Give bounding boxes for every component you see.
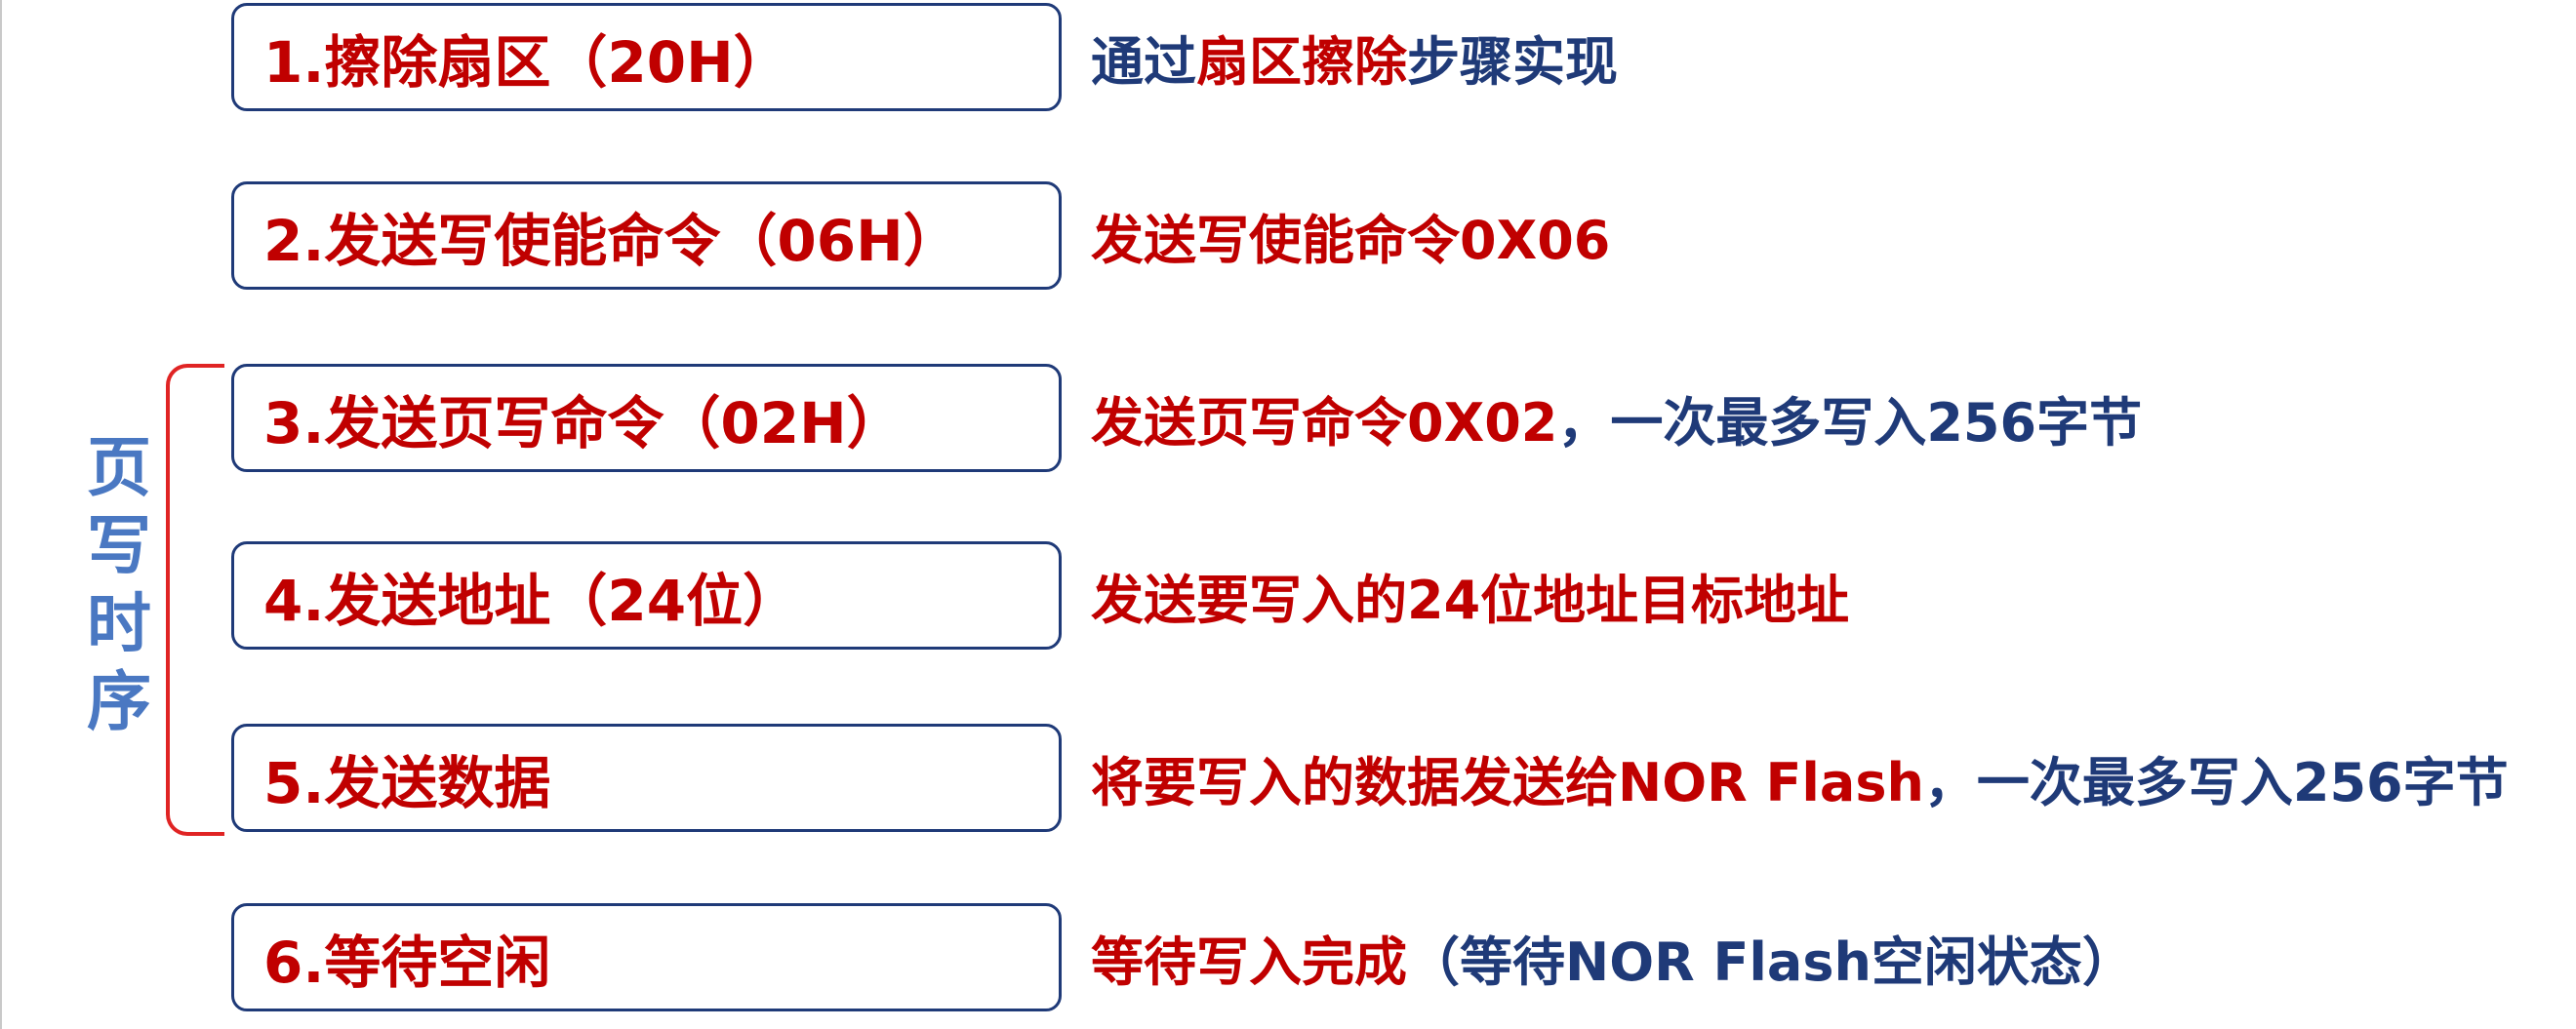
desc-segment: 等待写入完成 xyxy=(1091,931,1407,993)
step-box-page-program: 3.发送页写命令（02H） xyxy=(231,364,1062,472)
desc-segment: ，一次最多写入256字节 xyxy=(1923,752,2509,813)
page-write-bracket xyxy=(166,364,224,836)
step-box-wait-idle: 6.等待空闲 xyxy=(231,903,1062,1011)
left-edge-rule xyxy=(0,0,2,1029)
desc-segment: 发送页写命令0X02 xyxy=(1091,392,1558,454)
step-label: 3.发送页写命令（02H） xyxy=(263,389,904,456)
step-box-erase-sector: 1.擦除扇区（20H） xyxy=(231,3,1062,111)
step-description-write-enable: 发送写使能命令0X06 xyxy=(1091,181,1610,290)
step-description-wait-idle: 等待写入完成 （等待NOR Flash空闲状态） xyxy=(1091,903,2135,1011)
desc-segment: 发送要写入的24位地址目标地址 xyxy=(1091,570,1850,631)
step-description-erase-sector: 通过 扇区擦除 步骤实现 xyxy=(1091,3,1618,111)
step-label: 2.发送写使能命令（06H） xyxy=(263,207,960,274)
group-label-char: 页 xyxy=(87,430,151,505)
desc-segment: （等待NOR Flash空闲状态） xyxy=(1407,931,2135,993)
step-description-send-data: 将要写入的数据发送给NOR Flash ，一次最多写入256字节 xyxy=(1091,724,2509,832)
desc-segment: 步骤实现 xyxy=(1407,31,1618,93)
step-description-page-program: 发送页写命令0X02 ，一次最多写入256字节 xyxy=(1091,364,2142,472)
step-label: 4.发送地址（24位） xyxy=(263,567,800,634)
desc-segment: 通过 xyxy=(1091,31,1196,93)
desc-segment: 扇区擦除 xyxy=(1196,31,1407,93)
step-description-send-address: 发送要写入的24位地址目标地址 xyxy=(1091,541,1849,650)
desc-segment: ，一次最多写入256字节 xyxy=(1557,392,2143,454)
group-label-char: 时 xyxy=(87,586,151,661)
group-label-char: 写 xyxy=(87,508,151,583)
group-label-char: 序 xyxy=(87,664,151,739)
desc-segment: 发送写使能命令0X06 xyxy=(1091,210,1611,271)
desc-segment: 将要写入的数据发送给NOR Flash xyxy=(1091,752,1924,813)
step-label: 6.等待空闲 xyxy=(263,929,551,996)
step-label: 1.擦除扇区（20H） xyxy=(263,28,790,96)
page-write-timing-label: 页 写 时 序 xyxy=(80,429,158,741)
step-box-send-data: 5.发送数据 xyxy=(231,724,1062,832)
step-label: 5.发送数据 xyxy=(263,749,551,816)
step-box-write-enable: 2.发送写使能命令（06H） xyxy=(231,181,1062,290)
step-box-send-address: 4.发送地址（24位） xyxy=(231,541,1062,650)
